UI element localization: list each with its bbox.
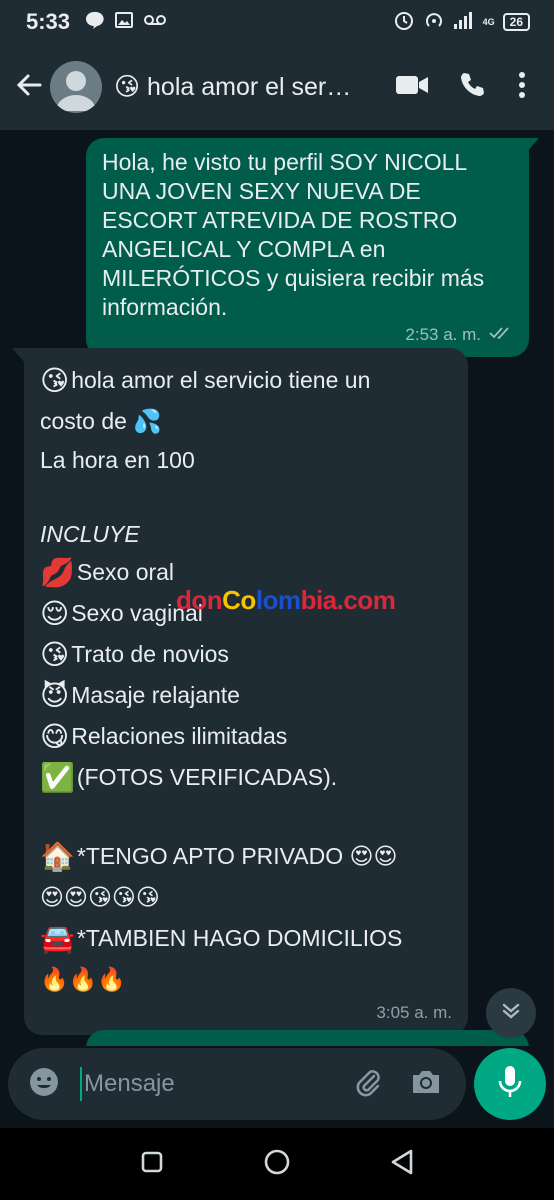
camera-button[interactable] [402,1060,450,1108]
message-input-container [8,1048,466,1120]
system-nav-bar [0,1128,554,1200]
chat-header: 😘 hola amor el servicio tiene un costo d… [0,44,554,130]
alarm-icon [393,9,415,36]
message-line: 🔥🔥🔥 [40,966,126,992]
message-line: 😋 Relaciones ilimitadas [40,719,288,753]
attach-button[interactable] [344,1060,392,1108]
phone-icon [458,71,486,104]
incoming-message[interactable]: 😘 hola amor el servicio tiene un costo d… [24,348,468,1035]
triangle-back-icon [389,1148,415,1181]
text-caret [80,1067,82,1101]
double-check-icon [489,320,513,349]
chat-bubble-icon [84,10,104,35]
square-icon [140,1150,164,1179]
double-chevron-down-icon [500,1000,522,1027]
message-line [40,478,452,516]
circle-icon [263,1148,291,1181]
back-button[interactable] [12,67,46,107]
network-type: 4G [482,16,495,27]
message-line: ✅ (FOTOS VERIFICADAS). [40,760,338,794]
more-options-button[interactable] [502,63,542,111]
message-list[interactable]: Hola, he visto tu perfil SOY NICOLL UNA … [0,130,554,1050]
message-line: 😘 Trato de novios [40,637,229,671]
microphone-icon [497,1065,523,1104]
message-line: 😍😍😘😘😘 [40,884,160,910]
emoji-button[interactable] [24,1064,64,1104]
status-bar: 5:33 4G 26 [0,0,554,44]
status-time: 5:33 [26,9,71,34]
outgoing-message[interactable]: Hola, he visto tu perfil SOY NICOLL UNA … [86,138,529,357]
message-line: 💋 Sexo oral [40,555,175,589]
message-text: Hola, he visto tu perfil SOY NICOLL UNA … [102,149,491,320]
camera-icon [410,1067,442,1102]
message-line: costo de 💦 [40,408,162,434]
message-line [40,798,452,836]
more-vert-icon [518,71,526,104]
arrow-left-icon [15,71,43,104]
battery-indicator: 26 [502,13,530,31]
message-time: 2:53 a. m. [405,325,481,344]
video-call-button[interactable] [382,63,442,111]
signal-icon [453,10,475,35]
back-nav-button[interactable] [372,1134,432,1194]
message-input[interactable] [84,1070,334,1098]
video-camera-icon [395,73,429,102]
chat-screen: 5:33 4G 26 😘 hola amor el servi Hola, he… [0,0,554,1200]
message-line: 😘 hola amor el servicio tiene un [40,363,371,397]
composer [0,1046,554,1128]
chat-title[interactable]: 😘 hola amor el servicio tiene un costo d… [114,72,354,102]
home-button[interactable] [247,1134,307,1194]
message-line: 😌 Sexo vaginal [40,596,203,630]
hotspot-icon [423,9,445,36]
paperclip-icon [352,1066,384,1103]
message-text: 😘 hola amor el servicio tiene un costo d… [40,360,452,1000]
scroll-to-bottom-button[interactable] [486,988,536,1038]
voice-call-button[interactable] [442,63,502,111]
message-line: 😈 Masaje relajante [40,678,240,712]
contact-avatar[interactable] [50,61,102,113]
gallery-icon [114,10,134,35]
emoji-smile-icon [28,1066,60,1103]
message-line: 🏠 *TENGO APTO PRIVADO 😍😍 [40,839,398,873]
message-line: 🚘 *TAMBIEN HAGO DOMICILIOS [40,921,403,955]
recents-button[interactable] [122,1134,182,1194]
message-time: 3:05 a. m. [376,1003,452,1022]
message-line: INCLUYE [40,520,140,547]
message-line: La hora en 100 [40,446,195,473]
voicemail-icon [144,13,167,32]
voice-message-button[interactable] [474,1048,546,1120]
